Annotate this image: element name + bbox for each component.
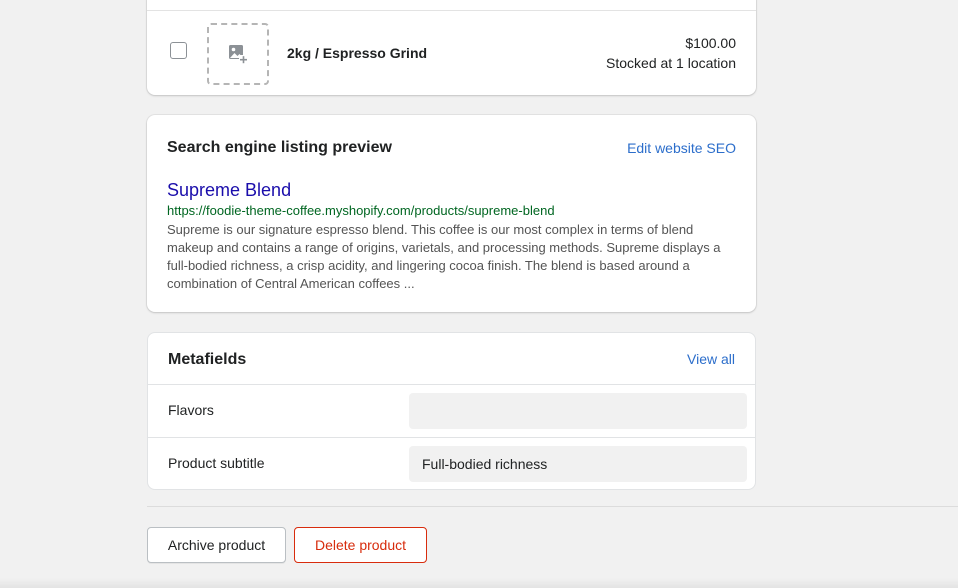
delete-product-button[interactable]: Delete product bbox=[294, 527, 427, 563]
divider bbox=[148, 384, 755, 385]
variant-image-placeholder[interactable] bbox=[207, 23, 269, 85]
metafield-value-flavors[interactable] bbox=[409, 393, 747, 429]
archive-product-button[interactable]: Archive product bbox=[147, 527, 286, 563]
seo-preview-description: Supreme is our signature espresso blend.… bbox=[167, 222, 721, 291]
seo-preview-title: Supreme Blend bbox=[167, 180, 292, 200]
metafield-label-flavors: Flavors bbox=[168, 402, 214, 418]
variant-checkbox[interactable] bbox=[170, 42, 187, 59]
divider bbox=[147, 10, 756, 11]
scroll-shadow bbox=[0, 578, 958, 588]
metafield-label-product-subtitle: Product subtitle bbox=[168, 455, 265, 471]
variant-card: 2kg / Espresso Grind $100.00 Stocked at … bbox=[147, 0, 756, 95]
variant-stock-status: Stocked at 1 location bbox=[606, 55, 736, 71]
page-actions-divider bbox=[147, 506, 958, 507]
metafields-card: Metafields View all Flavors Product subt… bbox=[147, 332, 756, 490]
variant-name[interactable]: 2kg / Espresso Grind bbox=[287, 45, 427, 61]
edit-seo-link[interactable]: Edit website SEO bbox=[627, 140, 736, 156]
metafields-title: Metafields bbox=[168, 351, 247, 368]
seo-preview-url: https://foodie-theme-coffee.myshopify.co… bbox=[167, 203, 555, 218]
add-image-icon bbox=[229, 45, 248, 64]
seo-preview-card: Search engine listing preview Edit websi… bbox=[147, 115, 756, 312]
variant-price: $100.00 bbox=[685, 35, 736, 51]
view-all-metafields-link[interactable]: View all bbox=[687, 351, 735, 367]
metafield-value-product-subtitle[interactable]: Full-bodied richness bbox=[409, 446, 747, 482]
seo-card-title: Search engine listing preview bbox=[167, 139, 392, 156]
divider bbox=[148, 437, 755, 438]
